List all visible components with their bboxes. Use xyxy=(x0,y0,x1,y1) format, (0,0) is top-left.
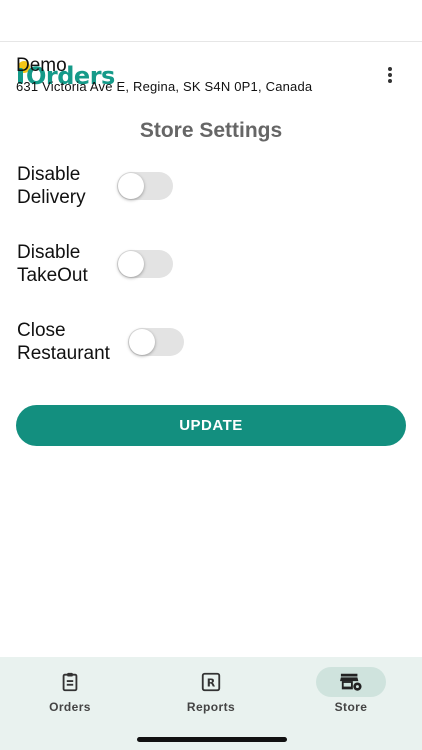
setting-disable-takeout: Disable TakeOut xyxy=(17,241,397,291)
report-icon: R xyxy=(201,672,221,692)
nav-item-orders[interactable]: Orders xyxy=(0,657,140,727)
top-divider xyxy=(0,41,422,42)
store-name: Demo xyxy=(16,55,67,76)
setting-label: Disable Delivery xyxy=(17,164,86,208)
home-indicator xyxy=(137,737,287,742)
setting-label: Close Restaurant xyxy=(17,320,110,364)
nav-icon-container: R xyxy=(176,667,246,697)
disable-takeout-toggle[interactable] xyxy=(117,250,173,278)
nav-icon-container-active xyxy=(316,667,386,697)
disable-delivery-toggle[interactable] xyxy=(117,172,173,200)
app-header: Orders Demo 631 Victoria Ave E, Regina, … xyxy=(0,52,422,102)
store-settings-icon xyxy=(340,673,362,691)
nav-label-store: Store xyxy=(334,700,368,714)
close-restaurant-toggle[interactable] xyxy=(128,328,184,356)
setting-close-restaurant: Close Restaurant xyxy=(17,319,397,369)
svg-text:R: R xyxy=(207,677,216,690)
more-vert-icon[interactable] xyxy=(380,64,400,86)
nav-label-reports: Reports xyxy=(186,700,236,714)
toggle-knob xyxy=(118,251,144,277)
toggle-knob xyxy=(118,173,144,199)
clipboard-icon xyxy=(62,672,78,692)
store-address: 631 Victoria Ave E, Regina, SK S4N 0P1, … xyxy=(16,79,313,94)
setting-label: Disable TakeOut xyxy=(17,242,88,286)
page-title: Store Settings xyxy=(139,119,283,142)
nav-label-orders: Orders xyxy=(49,700,91,714)
nav-icon-container xyxy=(35,667,105,697)
toggle-knob xyxy=(129,329,155,355)
nav-item-reports[interactable]: R Reports xyxy=(141,657,281,727)
setting-disable-delivery: Disable Delivery xyxy=(17,163,397,213)
nav-item-store[interactable]: Store xyxy=(281,657,421,727)
update-button[interactable]: UPDATE xyxy=(16,405,406,446)
